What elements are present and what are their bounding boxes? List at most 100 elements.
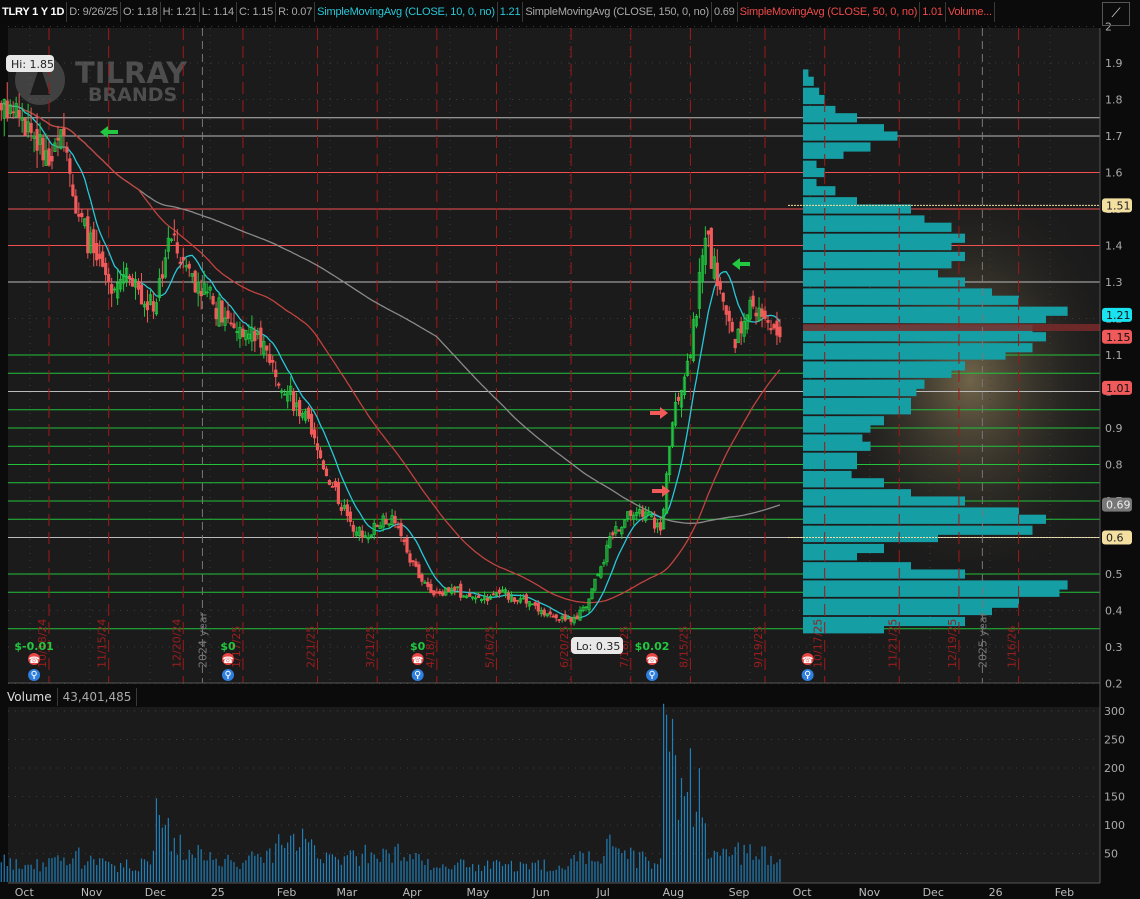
- sma150-label[interactable]: SimpleMovingAvg (CLOSE, 150, 0, no): [523, 2, 712, 22]
- price-tick-label: 1.8: [1105, 94, 1123, 107]
- candle-body: [399, 522, 403, 537]
- candle-body: [384, 518, 388, 525]
- x-tick-label: 26: [989, 886, 1003, 899]
- volume-value: 43,401,485: [58, 688, 138, 706]
- candle-body: [653, 517, 657, 529]
- x-tick-label: May: [467, 886, 490, 899]
- candle-body: [426, 582, 430, 588]
- candle-body: [769, 328, 773, 331]
- candle-body: [617, 529, 621, 532]
- candle-body: [232, 323, 236, 328]
- candle-body: [551, 615, 555, 618]
- open-readout: O: 1.18: [121, 2, 161, 22]
- candle-body: [47, 148, 51, 166]
- symbol-label[interactable]: TLRY 1 Y 1D: [0, 2, 68, 22]
- volume-profile-bar: [803, 478, 884, 488]
- candle-body: [411, 560, 415, 563]
- volume-profile-bar: [803, 222, 952, 232]
- expiration-label: 12/19/25: [946, 619, 959, 668]
- candle-body: [459, 583, 463, 598]
- price-tick-label: 0.5: [1105, 568, 1123, 581]
- candle-body: [730, 321, 734, 332]
- candle-body: [477, 595, 481, 599]
- price-tick-label: 0.2: [1105, 678, 1123, 691]
- expiration-label: 6/20/25: [558, 626, 571, 668]
- candle-body: [772, 324, 776, 329]
- x-tick-label: Dec: [145, 886, 166, 899]
- studies-icon[interactable]: ⟋: [1102, 2, 1130, 26]
- candle-body: [345, 504, 349, 517]
- candle-body: [172, 233, 176, 236]
- candle-body: [778, 326, 782, 338]
- earnings-label: $-0.01: [14, 640, 53, 653]
- volume-profile-bar: [803, 605, 992, 616]
- phone-icon-glyph: ☎: [28, 656, 39, 666]
- sma10-label[interactable]: SimpleMovingAvg (CLOSE, 10, 0, no): [315, 2, 498, 22]
- candle-body: [724, 305, 728, 315]
- volume-tick-label: 50: [1104, 848, 1118, 861]
- sma10-value: 1.21: [498, 2, 524, 22]
- chart-header: TLRY 1 Y 1D D: 9/26/25 O: 1.18 H: 1.21 L…: [0, 0, 995, 24]
- candle-body: [405, 538, 409, 553]
- volume-profile-bar: [803, 496, 965, 506]
- candle-body: [766, 320, 770, 323]
- volume-profile-bar: [803, 76, 814, 86]
- candle-body: [127, 275, 132, 279]
- candle-body: [253, 330, 257, 342]
- candle-body: [178, 261, 182, 264]
- expiration-label: 3/21/25: [364, 626, 377, 668]
- bulb-icon: [646, 669, 659, 681]
- x-tick-label: Oct: [793, 886, 813, 899]
- candle-body: [62, 128, 66, 137]
- x-tick-label: Nov: [81, 886, 103, 899]
- candle-body: [432, 590, 436, 596]
- price-badge-label: 0.69: [1106, 499, 1131, 512]
- volume-profile-bar: [803, 277, 965, 287]
- candle-body: [429, 583, 433, 593]
- range-readout: R: 0.07: [276, 2, 316, 22]
- volume-profile-bar: [803, 405, 911, 415]
- candle-body: [629, 510, 633, 516]
- candle-body: [557, 619, 561, 621]
- candle-body: [321, 460, 326, 470]
- high-readout: H: 1.21: [161, 2, 200, 22]
- candle-body: [676, 396, 681, 401]
- candle-body: [98, 253, 102, 259]
- candle-body: [145, 301, 150, 311]
- volume-profile-bar: [803, 332, 1046, 342]
- price-tick-label: 1.4: [1105, 240, 1123, 253]
- phone-icon-glyph: ☎: [802, 656, 813, 666]
- candle-body: [107, 274, 111, 283]
- candle-body: [536, 603, 540, 612]
- price-chart[interactable]: TILRAY BRANDS 10/18/24 11/15/24 12/20/24 1/…: [0, 0, 1140, 899]
- candle-body: [548, 611, 552, 615]
- volume-profile-bar: [803, 514, 1046, 524]
- sma150-value: 0.69: [712, 2, 738, 22]
- candle-body: [760, 308, 764, 317]
- volume-profile-bar: [803, 423, 871, 433]
- candle-body: [739, 321, 743, 334]
- candle-body: [491, 593, 496, 596]
- price-tick-label: 1.9: [1105, 57, 1123, 70]
- expiration-label: 12/20/24: [170, 619, 183, 668]
- phone-icon-glyph: ☎: [412, 656, 423, 666]
- candle-body: [41, 137, 45, 161]
- expiration-label: 9/19/25: [752, 626, 765, 668]
- volume-study-label[interactable]: Volume...: [946, 2, 995, 22]
- candle-body: [193, 270, 197, 293]
- price-tick-label: 0.3: [1105, 641, 1123, 654]
- x-tick-label: Mar: [337, 886, 358, 899]
- candle-body: [268, 353, 272, 363]
- candle-body: [706, 230, 710, 235]
- phone-icon-glyph: ☎: [646, 656, 657, 666]
- expiration-label: 8/15/25: [677, 626, 690, 668]
- expiration-label: 4/18/25: [424, 626, 437, 668]
- candle-body: [569, 617, 573, 622]
- x-tick-label: Dec: [923, 886, 944, 899]
- volume-tick-label: 100: [1104, 819, 1125, 832]
- phone-icon-glyph: ☎: [222, 656, 233, 666]
- sma50-label[interactable]: SimpleMovingAvg (CLOSE, 50, 0, no): [738, 2, 921, 22]
- candle-body: [402, 539, 406, 542]
- candle-body: [721, 292, 725, 302]
- candle-body: [29, 123, 33, 133]
